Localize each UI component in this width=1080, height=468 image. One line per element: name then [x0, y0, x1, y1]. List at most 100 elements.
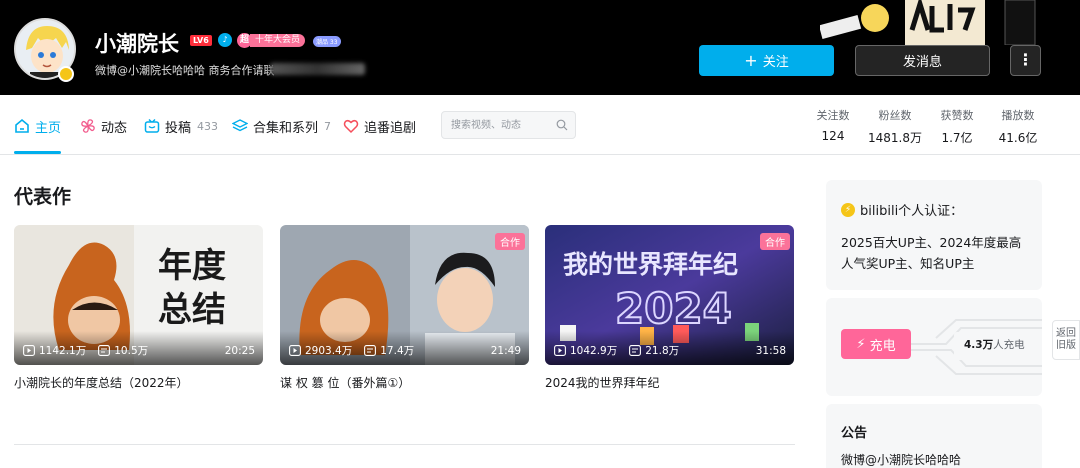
lightning-icon: ⚡ [856, 336, 866, 352]
charge-label: 充电 [869, 338, 896, 354]
stat-likes: 获赞数 1.7亿 [927, 107, 987, 146]
play-icon [23, 345, 35, 356]
space-nav: 主页 动态 投稿 433 合集和系列 7 追番追剧 搜索视频、动态 关注数 12… [0, 95, 1080, 155]
section-title-masterpieces: 代表作 [14, 186, 72, 208]
music-note-icon[interactable]: ♪ [218, 33, 232, 47]
danmaku-icon [364, 345, 377, 356]
video-duration: 21:49 [490, 344, 521, 357]
danmaku-icon [629, 345, 642, 356]
video-thumbnail[interactable]: 合作 2903.4万 17.4万 21:49 [280, 225, 529, 365]
follow-label: 关注 [762, 55, 789, 70]
tab-bangumi[interactable]: 追番追剧 [343, 116, 416, 136]
dynamic-icon [81, 119, 95, 133]
video-card[interactable]: 合作 2903.4万 17.4万 21:49 谋 权 篡 位（番外篇①） [280, 225, 529, 391]
tab-label: 追番追剧 [364, 120, 417, 136]
tab-home[interactable]: 主页 [14, 116, 61, 136]
tv-icon [144, 118, 160, 133]
heart-icon [343, 119, 359, 134]
certification-title-text: bilibili个人认证： [860, 204, 964, 219]
notice-text: 微博@小潮院长哈哈哈 [841, 453, 962, 467]
banner-artwork [820, 0, 1036, 45]
follow-button[interactable]: + 关注 [699, 45, 834, 76]
danmaku-count: 17.4万 [364, 343, 414, 358]
video-thumbnail[interactable]: 年度 总结 1142.1万 10.5万 20:25 [14, 225, 263, 365]
tab-label: 动态 [101, 120, 128, 136]
back-to-old-version-button[interactable]: 返回 旧版 [1052, 320, 1080, 360]
tab-label: 投稿 [165, 120, 192, 136]
stat-label: 播放数 [1001, 109, 1035, 122]
send-message-button[interactable]: 发消息 [855, 45, 990, 76]
stat-following[interactable]: 关注数 124 [803, 107, 863, 143]
home-icon [15, 118, 29, 133]
tab-uploads[interactable]: 投稿 433 [144, 116, 218, 136]
charge-button[interactable]: ⚡ 充电 [841, 329, 911, 359]
video-title[interactable]: 谋 权 篡 位（番外篇①） [280, 374, 529, 391]
video-card[interactable]: 我的世界拜年纪 2024 合作 1042.9万 21.8万 31:58 2024… [545, 225, 794, 391]
stat-value: 1481.8万 [868, 131, 922, 145]
video-thumbnail[interactable]: 我的世界拜年纪 2024 合作 1042.9万 21.8万 31:58 [545, 225, 794, 365]
stat-value: 124 [821, 129, 845, 143]
danmaku-count: 21.8万 [629, 343, 679, 358]
tab-dynamic[interactable]: 动态 [80, 116, 127, 136]
thumb-text: 我的世界拜年纪 [563, 250, 738, 279]
danmaku-count: 10.5万 [98, 343, 148, 358]
video-title[interactable]: 小潮院长的年度总结（2022年） [14, 374, 263, 391]
stat-label: 粉丝数 [878, 109, 912, 122]
play-count-value: 1142.1万 [39, 345, 87, 357]
collab-tag: 合作 [760, 233, 790, 250]
bio-text: 微博@小潮院长哈哈哈 商务合作请联 [95, 64, 275, 77]
charge-count: 4.3万人充电 [964, 337, 1025, 352]
play-count: 1042.9万 [554, 343, 617, 358]
thumb-text: 总结 [158, 290, 226, 330]
certification-text: 2025百大UP主、2024年度最高人气奖UP主、知名UP主 [841, 235, 1022, 271]
play-count: 2903.4万 [289, 343, 352, 358]
certification-title: ⚡ bilibili个人认证： [841, 200, 963, 219]
notice-card: 公告 微博@小潮院长哈哈哈 [826, 404, 1042, 468]
danmaku-count-value: 17.4万 [380, 345, 415, 357]
search-icon[interactable] [556, 119, 568, 131]
tab-count: 433 [197, 119, 219, 133]
charge-count-number: 4.3万 [964, 339, 994, 351]
award-text: 十年大会员 [250, 34, 306, 47]
back-label: 返回 [1056, 328, 1076, 339]
bio-redacted-block [270, 63, 365, 75]
charge-count-suffix: 人充电 [993, 339, 1025, 351]
section-divider [14, 444, 795, 445]
tab-collections[interactable]: 合集和系列 7 [232, 116, 331, 136]
space-page: 小潮院长 LV6 ♪ 超 十年大会员 潮品 33 微博@小潮院长哈哈哈 商务合作… [0, 0, 1080, 468]
space-search-box[interactable] [441, 111, 576, 139]
play-count-value: 2903.4万 [305, 345, 353, 357]
tab-label: 合集和系列 [253, 120, 319, 136]
level-badge[interactable]: LV6 [190, 35, 212, 46]
play-icon [289, 345, 301, 356]
certification-card: ⚡ bilibili个人认证： 2025百大UP主、2024年度最高人气奖UP主… [826, 180, 1042, 290]
stat-plays: 播放数 41.6亿 [988, 107, 1048, 146]
search-input[interactable] [451, 117, 551, 133]
more-options-button[interactable]: ⋮ [1010, 45, 1041, 76]
tab-label: 主页 [35, 120, 62, 136]
stat-value: 41.6亿 [998, 131, 1038, 145]
vip-award-badge[interactable]: 超 十年大会员 [237, 33, 306, 48]
danmaku-icon [98, 345, 111, 356]
stat-followers[interactable]: 粉丝数 1481.8万 [865, 107, 925, 146]
stat-label: 获赞数 [940, 109, 974, 122]
username: 小潮院长 [95, 32, 179, 56]
tab-count: 7 [324, 119, 332, 133]
thumb-text: 年度 [158, 246, 226, 286]
play-count: 1142.1万 [23, 343, 86, 358]
video-card[interactable]: 年度 总结 1142.1万 10.5万 20:25 小潮院长的年度总结（2022… [14, 225, 263, 391]
video-meta: 1042.9万 21.8万 31:58 [554, 343, 786, 358]
verified-badge-icon [58, 66, 74, 82]
profile-banner: 小潮院长 LV6 ♪ 超 十年大会员 潮品 33 微博@小潮院长哈哈哈 商务合作… [0, 0, 1080, 95]
video-duration: 20:25 [224, 344, 255, 357]
back-label: 旧版 [1056, 340, 1076, 351]
notice-title: 公告 [841, 426, 868, 441]
fan-medal-badge[interactable]: 潮品 33 [313, 36, 341, 47]
charge-card: ⚡ 充电 4.3万人充电 [826, 298, 1042, 396]
video-duration: 31:58 [755, 344, 786, 357]
video-meta: 2903.4万 17.4万 21:49 [289, 343, 521, 358]
plus-icon: + [744, 50, 758, 70]
video-title[interactable]: 2024我的世界拜年纪 [545, 374, 794, 391]
play-count-value: 1042.9万 [570, 345, 618, 357]
active-tab-indicator [14, 151, 61, 154]
